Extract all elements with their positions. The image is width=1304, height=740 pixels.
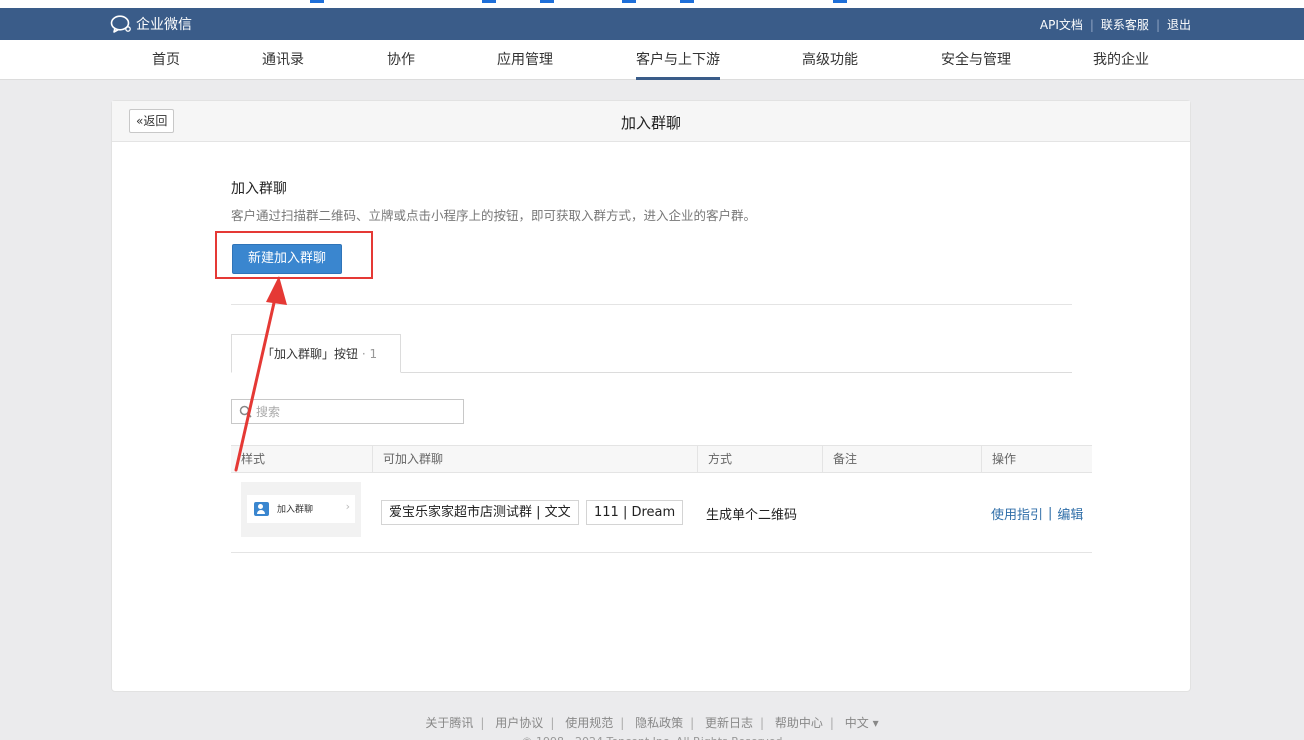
column-header-note: 备注 (822, 446, 981, 472)
language-select[interactable]: 中文 ▾ (845, 716, 879, 730)
column-header-style: 样式 (241, 452, 266, 466)
nav-item-customers[interactable]: 客户与上下游 (636, 40, 720, 80)
browser-top-strip (0, 0, 1304, 8)
footer-link-about[interactable]: 关于腾讯 (425, 716, 473, 730)
method-value: 生成单个二维码 (706, 508, 798, 523)
divider (231, 304, 1072, 305)
logo-text: 企业微信 (136, 17, 192, 33)
style-preview: 加入群聊 › (241, 482, 361, 537)
usage-guide-link[interactable]: 使用指引 (991, 504, 1043, 523)
section-title: 加入群聊 (231, 181, 287, 197)
column-header-actions: 操作 (981, 446, 1092, 472)
separator: | (480, 716, 485, 730)
preview-button: 加入群聊 › (247, 495, 355, 523)
footer-link-privacy[interactable]: 隐私政策 (635, 716, 683, 730)
search-icon (239, 405, 252, 422)
table-header: 样式 可加入群聊 方式 备注 操作 (231, 445, 1092, 473)
separator: | (829, 716, 834, 730)
separator: | (1048, 506, 1053, 521)
footer-link-terms[interactable]: 用户协议 (495, 716, 543, 730)
group-avatar-icon (254, 502, 269, 516)
edit-link[interactable]: 编辑 (1057, 504, 1083, 523)
logo[interactable]: 企业微信 (110, 14, 192, 34)
separator: | (1089, 17, 1094, 32)
main-nav: 首页 通讯录 协作 应用管理 客户与上下游 高级功能 安全与管理 我的企业 (0, 40, 1304, 80)
logout-link[interactable]: 退出 (1167, 16, 1191, 33)
separator: | (759, 716, 765, 730)
row-actions: 使用指引 | 编辑 (991, 504, 1083, 523)
table-row: 加入群聊 › 爱宝乐家家超市店测试群 | 文文 111 | Dream 生成单个… (231, 473, 1092, 553)
column-header-groups: 可加入群聊 (372, 446, 697, 472)
contact-support-link[interactable]: 联系客服 (1101, 16, 1149, 33)
search-input[interactable] (256, 402, 456, 421)
nav-item-app-management[interactable]: 应用管理 (497, 40, 553, 80)
footer-links: 关于腾讯 | 用户协议 | 使用规范 | 隐私政策 | 更新日志 | 帮助中心 | 中文 ▾ (0, 714, 1304, 731)
separator: | (690, 716, 695, 730)
separator: | (1155, 17, 1160, 32)
back-label: 返回 (143, 114, 168, 128)
tab-join-group-button[interactable]: 「加入群聊」按钮 · 1 (231, 334, 401, 373)
panel-title: 加入群聊 (620, 114, 681, 132)
main-panel: 加入群聊 «返回 加入群聊 客户通过扫描群二维码、立牌或点击小程序上的按钮，即可… (111, 100, 1191, 692)
wecom-logo-icon (110, 15, 132, 33)
nav-item-security[interactable]: 安全与管理 (941, 40, 1011, 80)
back-button[interactable]: «返回 (129, 109, 175, 133)
nav-item-my-enterprise[interactable]: 我的企业 (1093, 40, 1149, 80)
top-bar: 企业微信 API文档 | 联系客服 | 退出 (0, 8, 1304, 40)
section-description: 客户通过扫描群二维码、立牌或点击小程序上的按钮，即可获取入群方式，进入企业的客户… (231, 208, 757, 223)
nav-item-contacts[interactable]: 通讯录 (262, 40, 304, 80)
separator: | (550, 716, 555, 730)
group-chip: 爱宝乐家家超市店测试群 | 文文 (381, 500, 579, 525)
tab-label: 「加入群聊」按钮 (262, 347, 359, 361)
footer-link-changelog[interactable]: 更新日志 (705, 716, 753, 730)
tab-count: · 1 (361, 347, 378, 361)
nav-item-collaboration[interactable]: 协作 (387, 40, 415, 80)
group-chip: 111 | Dream (586, 500, 684, 525)
footer-link-usage-rules[interactable]: 使用规范 (565, 716, 613, 730)
top-links: API文档 | 联系客服 | 退出 (1040, 16, 1191, 33)
column-header-method: 方式 (697, 446, 822, 472)
preview-label: 加入群聊 (277, 505, 314, 515)
new-join-group-button[interactable]: 新建加入群聊 (232, 244, 342, 274)
nav-item-home[interactable]: 首页 (152, 40, 180, 80)
nav-item-advanced[interactable]: 高级功能 (802, 40, 858, 80)
chevron-right-icon: › (345, 500, 350, 513)
panel-header: 加入群聊 «返回 (112, 101, 1190, 142)
footer-link-help[interactable]: 帮助中心 (775, 716, 823, 730)
search-box (231, 399, 464, 424)
separator: | (620, 716, 625, 730)
api-docs-link[interactable]: API文档 (1040, 16, 1083, 33)
copyright: © 1998 - 2024 Tencent Inc. All Rights Re… (0, 735, 1304, 740)
